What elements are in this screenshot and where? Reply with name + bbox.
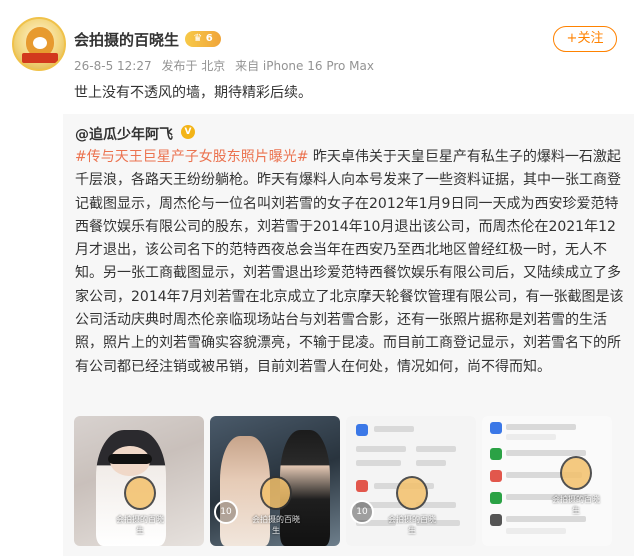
repost-body: #传与天王巨星产子女股东照片曝光# 昨天卓伟关于天皇巨星产有私生子的爆料一石激起… [75, 146, 627, 379]
device-source: 来自 iPhone 16 Pro Max [235, 59, 374, 73]
avatar-tag [22, 53, 58, 63]
avatar[interactable] [12, 17, 66, 71]
vip-level: 6 [205, 33, 213, 44]
verified-icon: V [181, 125, 195, 139]
watermark-icon: 会拍摄的百晓生 [388, 476, 436, 535]
post-header: 会拍摄的百晓生 ♛ 6 26-8-5 12:27 发布于 北京 来自 iPhon… [0, 0, 634, 80]
thumbnail-photo-1[interactable]: 会拍摄的百晓生 [74, 416, 204, 546]
hashtag-link[interactable]: #传与天王巨星产子女股东照片曝光# [75, 149, 308, 165]
play-icon: 10 [214, 500, 238, 524]
follow-button[interactable]: +关注 [553, 26, 617, 52]
repost-body-text: 昨天卓伟关于天皇巨星产有私生子的爆料一石激起千层浪，各路天王纷纷躺枪。昨天有爆料… [75, 149, 624, 375]
thumbnail-document-1[interactable]: 10 会拍摄的百晓生 [346, 416, 476, 546]
username[interactable]: 会拍摄的百晓生 [74, 29, 179, 50]
post-text: 世上没有不透风的墙，期待精彩后续。 [74, 85, 312, 101]
repost-author[interactable]: @追瓜少年阿飞 [75, 124, 173, 144]
post-meta: 26-8-5 12:27 发布于 北京 来自 iPhone 16 Pro Max [74, 57, 380, 74]
thumbnail-document-2[interactable]: 会拍摄的百晓生 [482, 416, 612, 546]
watermark-icon: 会拍摄的百晓生 [252, 476, 300, 535]
watermark-icon: 会拍摄的百晓生 [552, 456, 600, 515]
watermark-icon: 会拍摄的百晓生 [116, 476, 164, 535]
thumbnail-photo-2[interactable]: 10 会拍摄的百晓生 [210, 416, 340, 546]
timestamp: 26-8-5 12:27 [74, 59, 152, 73]
repost-card[interactable]: @追瓜少年阿飞 V #传与天王巨星产子女股东照片曝光# 昨天卓伟关于天皇巨星产有… [63, 114, 634, 556]
play-icon: 10 [350, 500, 374, 524]
posted-from: 发布于 北京 [161, 59, 226, 73]
vip-badge[interactable]: ♛ 6 [185, 31, 221, 47]
